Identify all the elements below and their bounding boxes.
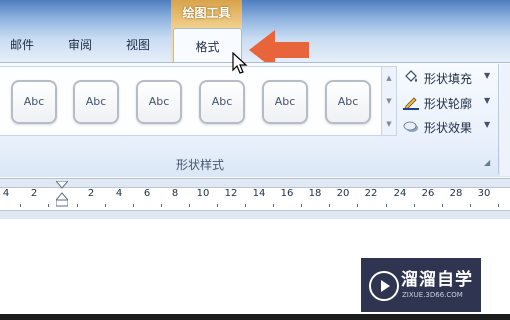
tab-review[interactable]: 审阅 xyxy=(68,36,92,53)
shape-effects-button[interactable]: 形状效果 ▼ xyxy=(403,118,495,136)
indent-marker-icon[interactable] xyxy=(56,181,68,207)
ruler-tick xyxy=(189,204,190,207)
tab-view[interactable]: 视图 xyxy=(126,36,150,53)
ruler-label: 26 xyxy=(421,188,435,199)
ruler-label: 2 xyxy=(87,188,95,199)
watermark-title: 溜溜自学 xyxy=(401,270,473,290)
mouse-cursor-icon xyxy=(232,52,248,74)
chevron-down-icon: ▼ xyxy=(484,120,491,129)
ruler-tick xyxy=(48,204,49,207)
ruler-strip: 4 2 2 4 6 8 10 12 14 16 18 20 22 24 26 2… xyxy=(0,187,510,211)
ribbon-group-separator xyxy=(498,64,499,174)
shape-style-4[interactable]: Abc xyxy=(199,80,245,124)
watermark: 溜溜自学 ZIXUE.3D66.COM xyxy=(361,258,481,312)
gallery-scroll-up-icon[interactable]: ▲ xyxy=(382,67,396,89)
ruler-label: 12 xyxy=(224,188,238,199)
shape-style-5[interactable]: Abc xyxy=(262,80,308,124)
ruler-tick xyxy=(498,204,499,207)
contextual-tab-group-label: 绘图工具 xyxy=(182,6,231,20)
ruler-label: 6 xyxy=(143,188,151,199)
chevron-down-icon: ▼ xyxy=(484,71,491,80)
gallery-scrollbar[interactable]: ▲ ▼ ▼ xyxy=(381,66,397,136)
shape-effects-icon xyxy=(403,121,418,132)
ruler-label: 18 xyxy=(308,188,322,199)
horizontal-ruler[interactable]: 4 2 2 4 6 8 10 12 14 16 18 20 22 24 26 2… xyxy=(0,178,510,219)
ruler-tick xyxy=(414,204,415,207)
ruler-label: 28 xyxy=(449,188,463,199)
window-bottom-edge xyxy=(0,314,510,320)
ruler-label: 4 xyxy=(115,188,123,199)
play-logo-icon xyxy=(369,271,399,301)
ruler-label: 16 xyxy=(280,188,294,199)
ruler-tick xyxy=(470,204,471,207)
ruler-tick xyxy=(77,204,78,207)
shape-style-1[interactable]: Abc xyxy=(11,80,57,124)
ruler-tick xyxy=(20,204,21,207)
shape-style-6[interactable]: Abc xyxy=(325,80,371,124)
ruler-tick xyxy=(329,204,330,207)
ruler-label: 10 xyxy=(196,188,210,199)
ruler-tick xyxy=(217,204,218,207)
ruler-label: 14 xyxy=(252,188,266,199)
shape-style-2[interactable]: Abc xyxy=(73,80,119,124)
ruler-label: 22 xyxy=(364,188,378,199)
shape-fill-button[interactable]: 形状填充 ▼ xyxy=(403,69,495,87)
shape-styles-group-label: 形状样式 xyxy=(175,158,224,172)
ruler-label: 4 xyxy=(2,188,10,199)
chevron-down-icon: ▼ xyxy=(484,96,491,105)
ribbon-next-group xyxy=(500,64,510,176)
gallery-scroll-down-icon[interactable]: ▼ xyxy=(382,90,396,112)
watermark-url: ZIXUE.3D66.COM xyxy=(402,291,463,299)
ruler-tick xyxy=(386,204,387,207)
ruler-tick xyxy=(301,204,302,207)
dialog-launcher-icon[interactable]: ◢ xyxy=(484,158,494,168)
ruler-tick xyxy=(105,204,106,207)
tab-mail[interactable]: 邮件 xyxy=(10,36,34,53)
ruler-tick xyxy=(357,204,358,207)
pencil-outline-icon xyxy=(403,97,419,110)
ruler-label: 8 xyxy=(171,188,179,199)
shape-effects-label: 形状效果 xyxy=(424,121,473,135)
shape-outline-button[interactable]: 形状轮廓 ▼ xyxy=(403,94,495,112)
ruler-tick xyxy=(161,204,162,207)
shape-style-3[interactable]: Abc xyxy=(136,80,182,124)
ruler-tick xyxy=(273,204,274,207)
tab-format-label: 格式 xyxy=(195,40,220,54)
ruler-label: 30 xyxy=(477,188,491,199)
ruler-tick xyxy=(442,204,443,207)
ruler-tick xyxy=(245,204,246,207)
ruler-tick xyxy=(133,204,134,207)
ruler-label: 20 xyxy=(336,188,350,199)
ruler-label: 2 xyxy=(30,188,38,199)
gallery-more-icon[interactable]: ▼ xyxy=(382,113,396,135)
paint-bucket-icon xyxy=(405,70,417,82)
shape-outline-label: 形状轮廓 xyxy=(424,97,473,111)
ruler-label: 24 xyxy=(393,188,407,199)
shape-fill-label: 形状填充 xyxy=(424,72,473,86)
